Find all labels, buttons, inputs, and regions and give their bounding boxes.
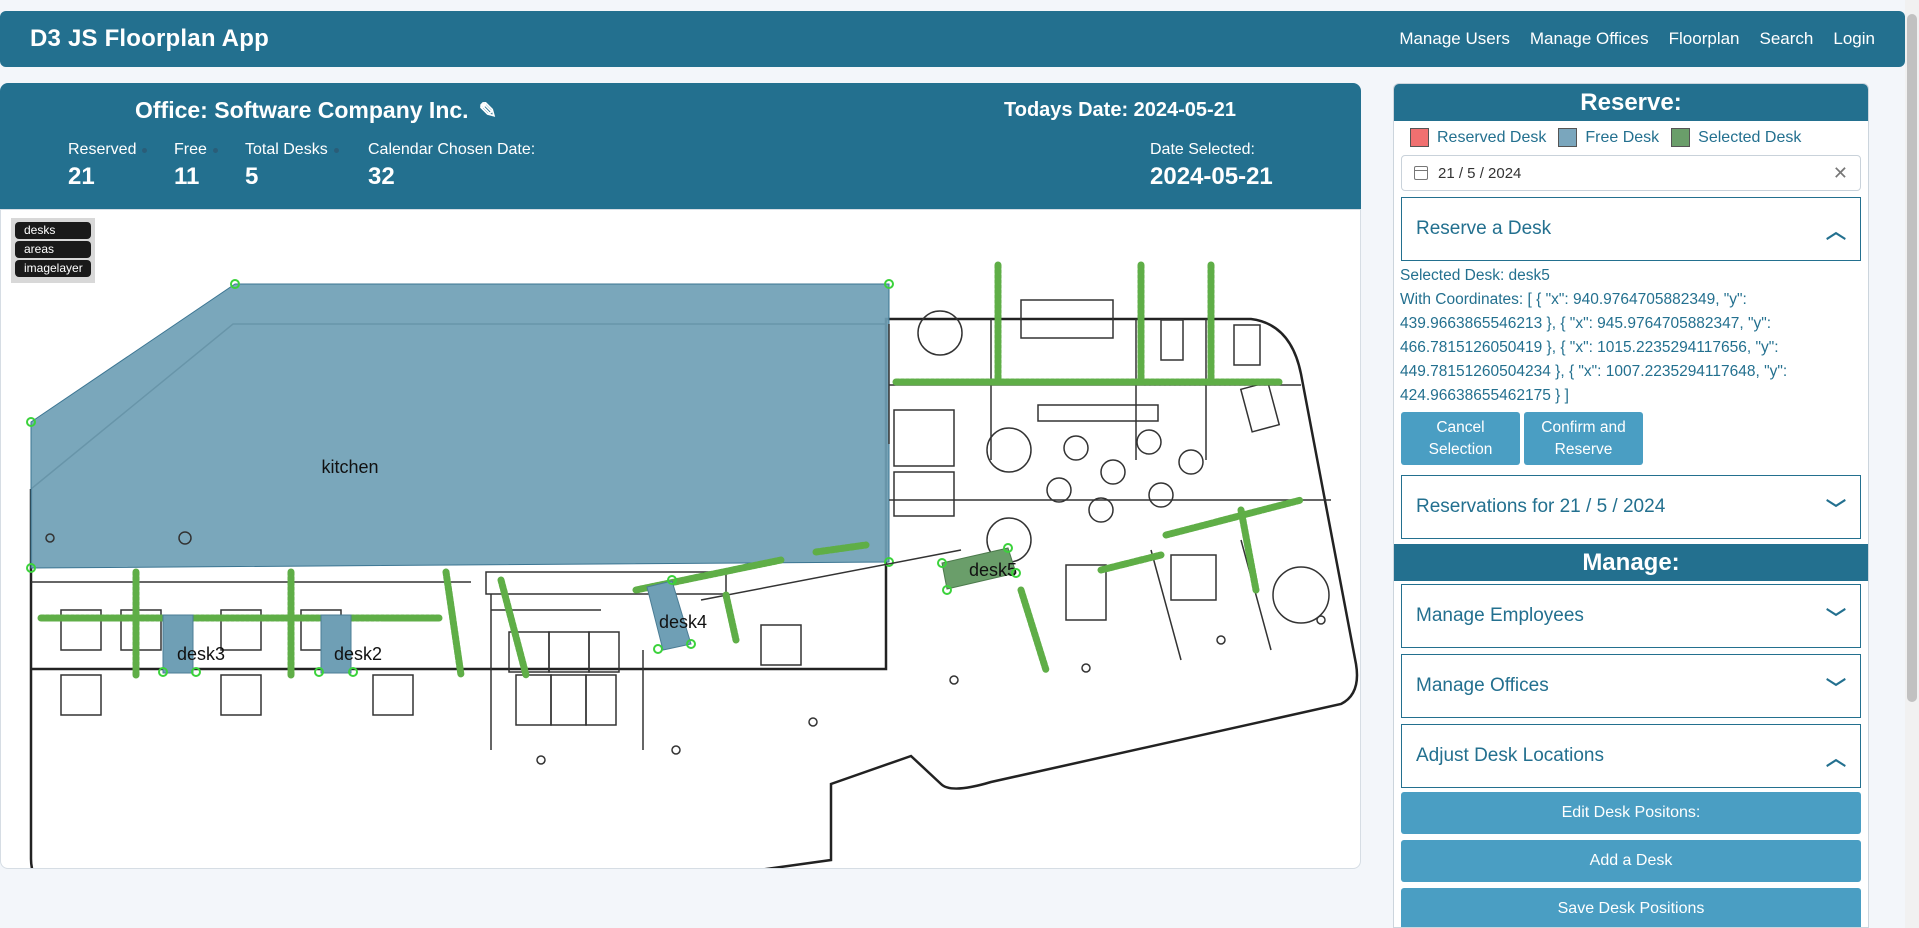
manage-offices-accordion[interactable]: Manage Offices ﹀ (1401, 654, 1861, 718)
free-swatch (1558, 128, 1578, 147)
stat-value: 32 (368, 163, 395, 190)
pencil-icon[interactable]: ✎ (479, 98, 497, 124)
confirm-reserve-button[interactable]: Confirm and Reserve (1524, 412, 1643, 465)
desk-label: desk2 (334, 644, 382, 664)
stat-calendar-date: Calendar Chosen Date: 32 (368, 141, 535, 191)
legend-label: Reserved Desk (1437, 128, 1547, 146)
stat-label: Total Desks (245, 141, 328, 158)
office-header: Office: Software Company Inc. ✎ Todays D… (0, 83, 1361, 209)
edit-desk-positions-button[interactable]: Edit Desk Positons: (1401, 792, 1861, 834)
nav-search[interactable]: Search (1760, 29, 1814, 49)
layer-areas-button[interactable]: areas (15, 241, 91, 258)
layer-desks-button[interactable]: desks (15, 222, 91, 239)
close-icon[interactable]: ✕ (1833, 163, 1848, 184)
calendar-icon[interactable] (1414, 166, 1428, 180)
desk-label: desk4 (659, 612, 707, 632)
stat-label: Free (174, 141, 207, 158)
sidebar-panel: Reserve: Reserved Desk Free Desk Selecte… (1393, 83, 1869, 928)
desk-label: desk5 (969, 560, 1017, 580)
add-desk-button[interactable]: Add a Desk (1401, 840, 1861, 882)
button-label: Selection (1428, 440, 1493, 458)
floorplan-canvas[interactable]: desks areas imagelayer kitchen desk3 des… (0, 209, 1361, 869)
button-label: Confirm and (1541, 418, 1626, 436)
desk-desk2[interactable]: desk2 (314, 614, 382, 677)
chevron-down-icon[interactable]: ﹀ (1826, 493, 1846, 522)
chevron-down-icon[interactable]: ﹀ (1826, 602, 1846, 631)
selection-actions: Cancel Selection Confirm and Reserve (1394, 408, 1868, 465)
legend-label: Free Desk (1585, 128, 1660, 146)
date-selected-label: Date Selected: (1150, 141, 1255, 158)
coordinates-line: 439.9663865546213 }, { "x": 945.97647058… (1400, 315, 1772, 332)
date-input-value: 21 / 5 / 2024 (1438, 164, 1522, 182)
nav-links: Manage Users Manage Offices Floorplan Se… (1399, 29, 1875, 49)
coordinates-line: 466.7815126050419 }, { "x": 1015.2235294… (1400, 339, 1779, 356)
stat-total-desks: Total Desks 5 (245, 141, 339, 191)
legend-free: Free Desk (1558, 128, 1659, 147)
dot-icon (212, 147, 218, 153)
reserve-heading: Reserve: (1394, 84, 1868, 121)
office-title: Office: Software Company Inc. ✎ (135, 97, 497, 124)
manage-employees-accordion[interactable]: Manage Employees ﹀ (1401, 584, 1861, 648)
chevron-up-icon[interactable]: ︿ (1826, 215, 1846, 244)
coordinates-line: 424.96638655462175 } ] (1400, 387, 1569, 404)
button-label: Cancel (1436, 418, 1485, 436)
nav-manage-users[interactable]: Manage Users (1399, 29, 1510, 49)
stat-free: Free 11 (174, 141, 218, 191)
cancel-selection-button[interactable]: Cancel Selection (1401, 412, 1520, 465)
app-title[interactable]: D3 JS Floorplan App (30, 25, 269, 53)
accordion-label: Manage Offices (1416, 675, 1549, 696)
stat-value: 5 (245, 163, 259, 190)
stat-label: Reserved (68, 141, 137, 158)
desk-label: desk3 (177, 644, 225, 664)
area-kitchen-label: kitchen (321, 457, 378, 477)
desk-desk3[interactable]: desk3 (158, 614, 225, 677)
accordion-label: Adjust Desk Locations (1416, 745, 1604, 766)
scrollbar-thumb[interactable] (1907, 14, 1917, 702)
desk-legend: Reserved Desk Free Desk Selected Desk (1394, 121, 1868, 153)
stat-label: Calendar Chosen Date: (368, 141, 536, 158)
button-label: Reserve (1554, 440, 1613, 458)
accordion-label: Reservations for 21 / 5 / 2024 (1416, 496, 1666, 517)
layer-toggle-list: desks areas imagelayer (11, 218, 95, 283)
accordion-label: Manage Employees (1416, 605, 1584, 626)
legend-selected: Selected Desk (1671, 128, 1801, 147)
office-title-text: Office: Software Company Inc. (135, 97, 469, 123)
adjust-desk-locations-accordion[interactable]: Adjust Desk Locations ︿ (1401, 724, 1861, 788)
todays-date: Todays Date: 2024-05-21 (1004, 99, 1236, 121)
area-kitchen[interactable] (30, 283, 890, 569)
dot-icon (333, 147, 339, 153)
reservation-date-input[interactable]: 21 / 5 / 2024 ✕ (1401, 155, 1861, 191)
nav-login[interactable]: Login (1833, 29, 1875, 49)
reservations-accordion[interactable]: Reservations for 21 / 5 / 2024 ﹀ (1401, 475, 1861, 539)
office-panel: Office: Software Company Inc. ✎ Todays D… (0, 83, 1361, 869)
chevron-down-icon[interactable]: ﹀ (1826, 672, 1846, 701)
manage-heading: Manage: (1394, 544, 1868, 581)
nav-manage-offices[interactable]: Manage Offices (1530, 29, 1649, 49)
accordion-label: Reserve a Desk (1416, 218, 1552, 239)
reserved-swatch (1410, 128, 1429, 147)
chevron-up-icon[interactable]: ︿ (1826, 742, 1846, 771)
selected-desk-info: Selected Desk: desk5 With Coordinates: [… (1394, 261, 1868, 408)
selected-desk-name: Selected Desk: desk5 (1400, 267, 1550, 284)
reserve-desk-accordion[interactable]: Reserve a Desk ︿ (1401, 197, 1861, 261)
legend-label: Selected Desk (1698, 128, 1802, 146)
navbar: D3 JS Floorplan App Manage Users Manage … (0, 11, 1905, 67)
legend-reserved: Reserved Desk (1410, 128, 1546, 147)
date-selected-value: 2024-05-21 (1150, 163, 1273, 190)
page-scrollbar[interactable] (1905, 0, 1919, 928)
desk-desk4[interactable]: desk4 (646, 575, 707, 654)
selected-swatch (1671, 128, 1691, 147)
floorplan-svg: kitchen desk3 desk2 desk4 desk5 (26, 261, 1359, 868)
stat-reserved: Reserved 21 (68, 141, 148, 191)
coordinates-line: 449.78151260504234 }, { "x": 1007.223529… (1400, 363, 1788, 380)
dot-icon (142, 147, 148, 153)
nav-floorplan[interactable]: Floorplan (1669, 29, 1740, 49)
stat-value: 21 (68, 163, 95, 190)
save-desk-positions-button[interactable]: Save Desk Positions (1401, 888, 1861, 927)
date-selected: Date Selected: 2024-05-21 (1150, 141, 1273, 191)
coordinates-line: With Coordinates: [ { "x": 940.976470588… (1400, 291, 1747, 308)
layer-imagelayer-button[interactable]: imagelayer (15, 260, 91, 277)
stat-value: 11 (174, 163, 200, 190)
